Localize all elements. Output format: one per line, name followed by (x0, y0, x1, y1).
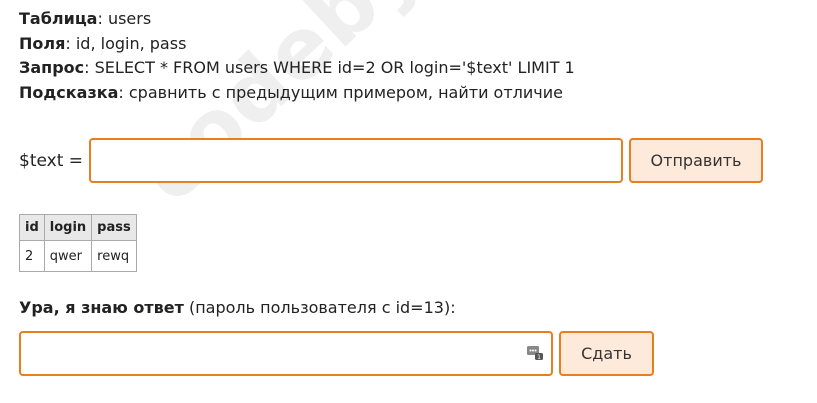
fields-label: Поля (19, 33, 66, 53)
query-form: $text = Отправить (19, 138, 764, 183)
hint-value: : сравнить с предыдущим примером, найти … (118, 82, 563, 102)
cell-pass: rewq (91, 240, 137, 272)
result-table: id login pass 2 qwer rewq (19, 214, 137, 272)
column-header-id: id (19, 214, 45, 241)
password-manager-icon[interactable]: 1 (527, 344, 543, 361)
cell-id: 2 (19, 240, 45, 272)
table-label: Таблица (19, 9, 98, 28)
cell-login: qwer (43, 240, 93, 272)
fields-value: : id, login, pass (65, 33, 187, 53)
answer-input-wrapper: 1 (19, 331, 553, 376)
answer-prompt-bold: Ура, я знаю ответ (19, 298, 184, 317)
table-value: : users (97, 9, 152, 28)
fields-line: Поля: id, login, pass (19, 32, 575, 57)
column-header-login: login (43, 214, 93, 241)
hint-label: Подсказка (19, 82, 119, 102)
submit-query-button[interactable]: Отправить (629, 138, 764, 183)
answer-prompt: Ура, я знаю ответ (пароль пользователя с… (19, 298, 456, 317)
table-line: Таблица: users (19, 7, 575, 32)
text-param-label: $text = (19, 150, 84, 171)
task-info: Таблица: users Поля: id, login, pass Зап… (19, 7, 575, 105)
answer-prompt-text: (пароль пользователя с id=13): (183, 298, 456, 317)
query-value: : SELECT * FROM users WHERE id=2 OR logi… (84, 58, 575, 77)
answer-form: 1 Сдать (19, 331, 654, 376)
svg-text:1: 1 (537, 354, 541, 360)
hint-line: Подсказка: сравнить с предыдущим примеро… (19, 81, 575, 106)
text-param-input[interactable] (89, 138, 624, 183)
submit-answer-button[interactable]: Сдать (559, 331, 654, 376)
answer-input[interactable] (19, 331, 553, 376)
query-label: Запрос (19, 58, 85, 77)
table-row: 2 qwer rewq (19, 240, 137, 272)
column-header-pass: pass (91, 214, 137, 241)
query-line: Запрос: SELECT * FROM users WHERE id=2 O… (19, 56, 575, 81)
table-header-row: id login pass (19, 214, 137, 241)
